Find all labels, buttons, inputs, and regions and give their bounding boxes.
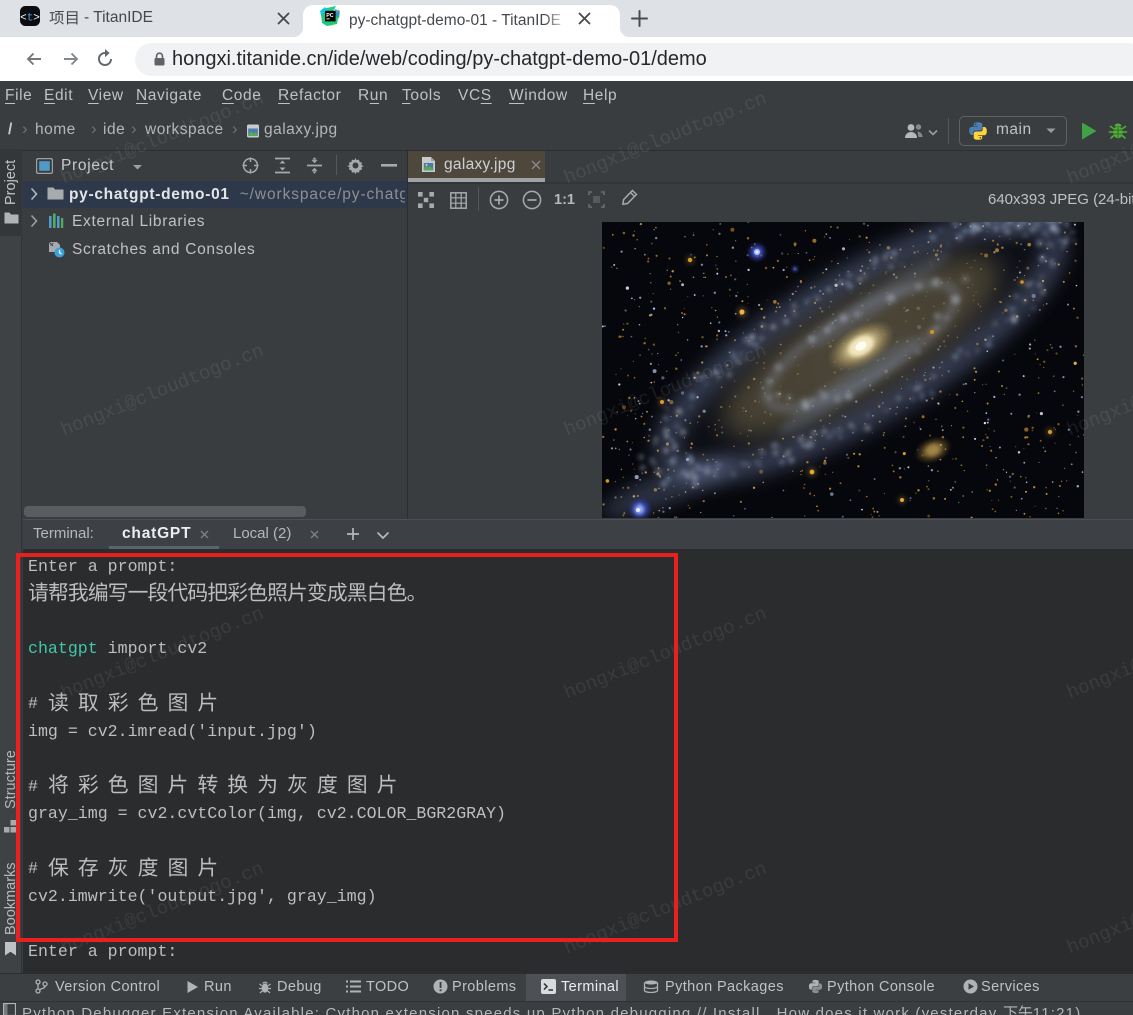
svg-text:PC: PC [326, 13, 334, 19]
svg-text:<t>: <t> [20, 13, 40, 25]
